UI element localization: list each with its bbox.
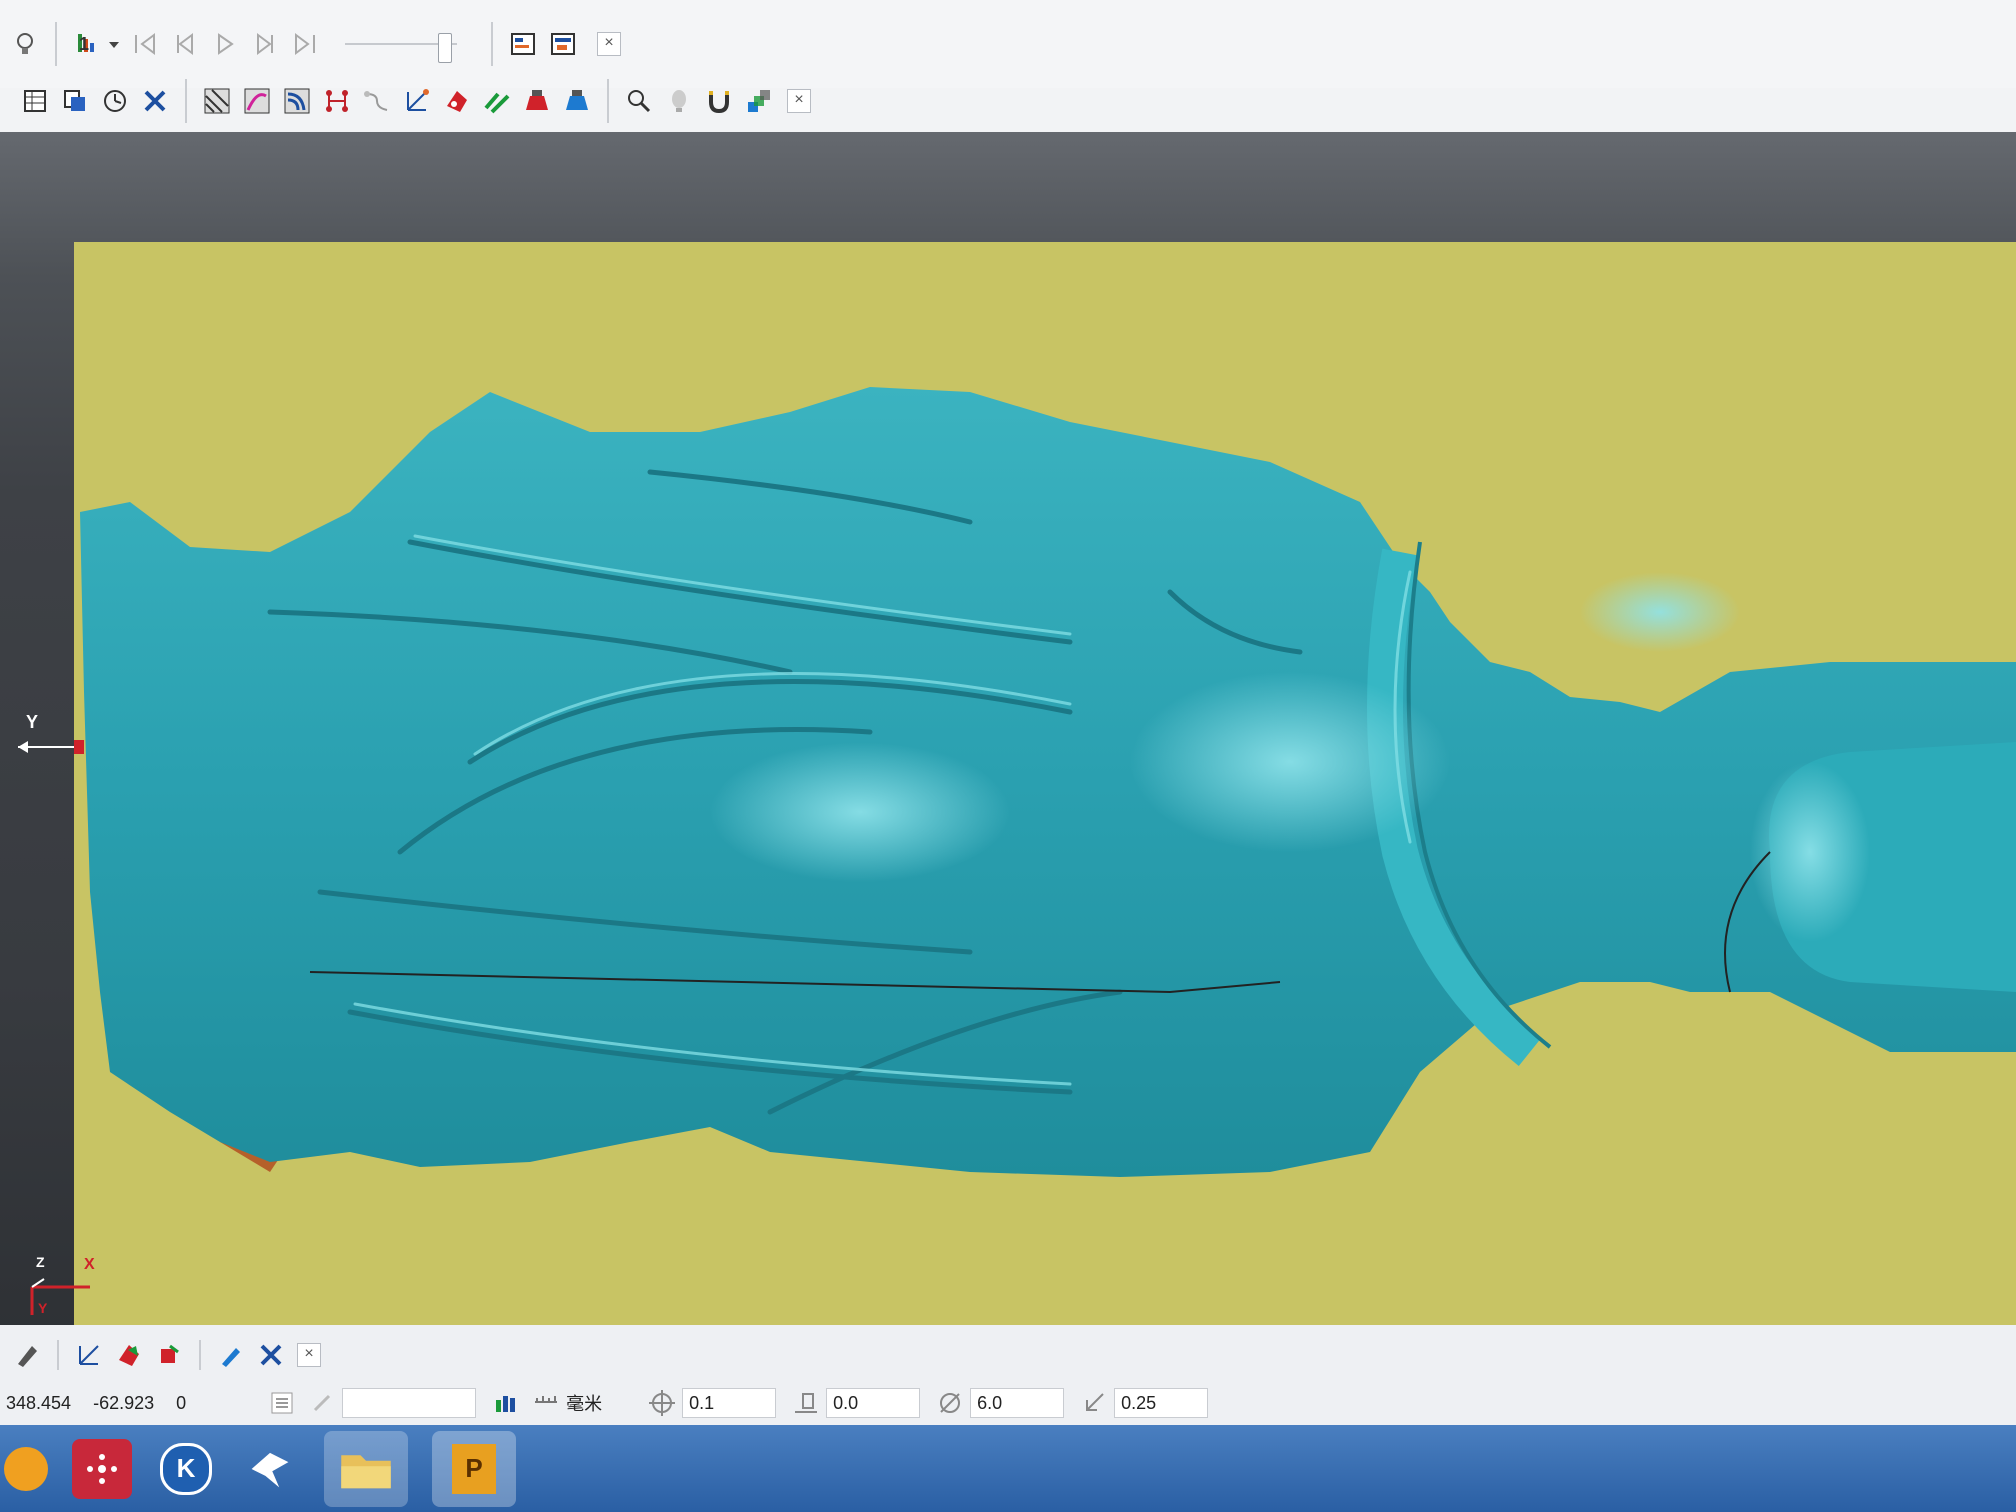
taskbar: K P (0, 1425, 2016, 1512)
play-icon[interactable] (208, 27, 242, 61)
panel-a-icon[interactable] (506, 27, 540, 61)
stripe-a-icon[interactable] (200, 84, 234, 118)
close-toolbar-icon[interactable]: × (787, 89, 811, 113)
axis-y-label: Y (26, 712, 39, 732)
3d-viewport[interactable]: Y Z X Y (0, 132, 2016, 1340)
thickness-icon (789, 1386, 823, 1420)
stack-icon[interactable] (742, 84, 776, 118)
axis-y2-label: Y (38, 1300, 48, 1316)
clock-icon[interactable] (98, 84, 132, 118)
ruler-icon[interactable] (529, 1386, 563, 1420)
unit-label[interactable]: 毫米 (566, 1390, 602, 1416)
separator (199, 1340, 201, 1370)
slider-thumb[interactable] (438, 33, 453, 63)
prev-frame-icon[interactable] (168, 27, 202, 61)
k-app-label: K (160, 1442, 212, 1495)
statue-body (80, 387, 2016, 1177)
start-orb-icon[interactable] (4, 1446, 48, 1491)
stripe-c-icon[interactable] (280, 84, 314, 118)
close-toolbar-icon[interactable]: × (297, 1343, 321, 1367)
link-icon[interactable] (305, 1386, 339, 1420)
command-field[interactable] (342, 1388, 477, 1418)
k-app-icon[interactable]: K (156, 1439, 216, 1499)
axis-z-label: Z (36, 1254, 45, 1270)
bulb-gray-icon[interactable] (662, 84, 696, 118)
first-frame-icon[interactable] (128, 27, 162, 61)
step-label: 1 (79, 33, 90, 54)
p-app-label: P (452, 1443, 496, 1494)
panel-b-icon[interactable] (546, 27, 580, 61)
diameter-icon (933, 1386, 967, 1420)
tools-icon[interactable] (254, 1338, 288, 1372)
table-icon[interactable] (18, 84, 52, 118)
thickness-field[interactable]: 0.0 (826, 1388, 921, 1418)
red-cube-icon[interactable] (152, 1338, 186, 1372)
copy-icon[interactable] (58, 84, 92, 118)
measure-icon[interactable] (400, 84, 434, 118)
stripe-b-icon[interactable] (240, 84, 274, 118)
separator (55, 22, 57, 66)
coord-y-field: -62.923 (93, 1393, 155, 1413)
magnify-icon[interactable] (622, 84, 656, 118)
second-toolbar: × (0, 70, 2016, 132)
magnet-icon[interactable] (702, 84, 736, 118)
dropdown-arrow-icon[interactable] (106, 27, 122, 61)
diameter-field[interactable]: 6.0 (970, 1388, 1065, 1418)
dots-icon[interactable] (320, 84, 354, 118)
relief-model[interactable] (70, 292, 2016, 1312)
coord-x-field: 348.454 (6, 1393, 72, 1413)
stepover-field[interactable]: 0.25 (1114, 1388, 1209, 1418)
tools-icon[interactable] (138, 84, 172, 118)
axis-y-arrow-icon (18, 740, 84, 754)
edit-pen-icon[interactable] (214, 1338, 248, 1372)
close-toolbar-icon[interactable]: × (597, 32, 622, 56)
separator (491, 22, 494, 66)
axis-x-label: X (84, 1256, 95, 1273)
lightbulb-icon[interactable] (8, 27, 42, 61)
stepover-icon (1077, 1386, 1111, 1420)
crosshair-icon (645, 1386, 679, 1420)
list-icon[interactable] (265, 1386, 299, 1420)
blue-tool-icon[interactable] (560, 84, 594, 118)
green-diag-icon[interactable] (480, 84, 514, 118)
animation-slider[interactable] (345, 33, 458, 63)
next-frame-icon[interactable] (248, 27, 282, 61)
measure-icon[interactable] (72, 1338, 106, 1372)
red-mark-icon[interactable] (440, 84, 474, 118)
red-green-icon[interactable] (112, 1338, 146, 1372)
separator (185, 79, 187, 123)
red-app-icon[interactable] (72, 1438, 132, 1499)
curve-icon[interactable] (360, 84, 394, 118)
separator (57, 1340, 59, 1370)
tolerance-field[interactable]: 0.1 (682, 1388, 777, 1418)
last-frame-icon[interactable] (288, 27, 322, 61)
folder-icon[interactable] (324, 1430, 408, 1507)
axis-triad-icon (30, 1278, 90, 1315)
pencil-icon[interactable] (10, 1338, 44, 1372)
bars-icon[interactable] (489, 1386, 523, 1420)
separator (607, 79, 609, 123)
coord-z-field: 0 (176, 1393, 187, 1413)
p-app-icon[interactable]: P (432, 1430, 516, 1507)
red-tool-icon[interactable] (520, 84, 554, 118)
bird-app-icon[interactable] (240, 1439, 300, 1499)
